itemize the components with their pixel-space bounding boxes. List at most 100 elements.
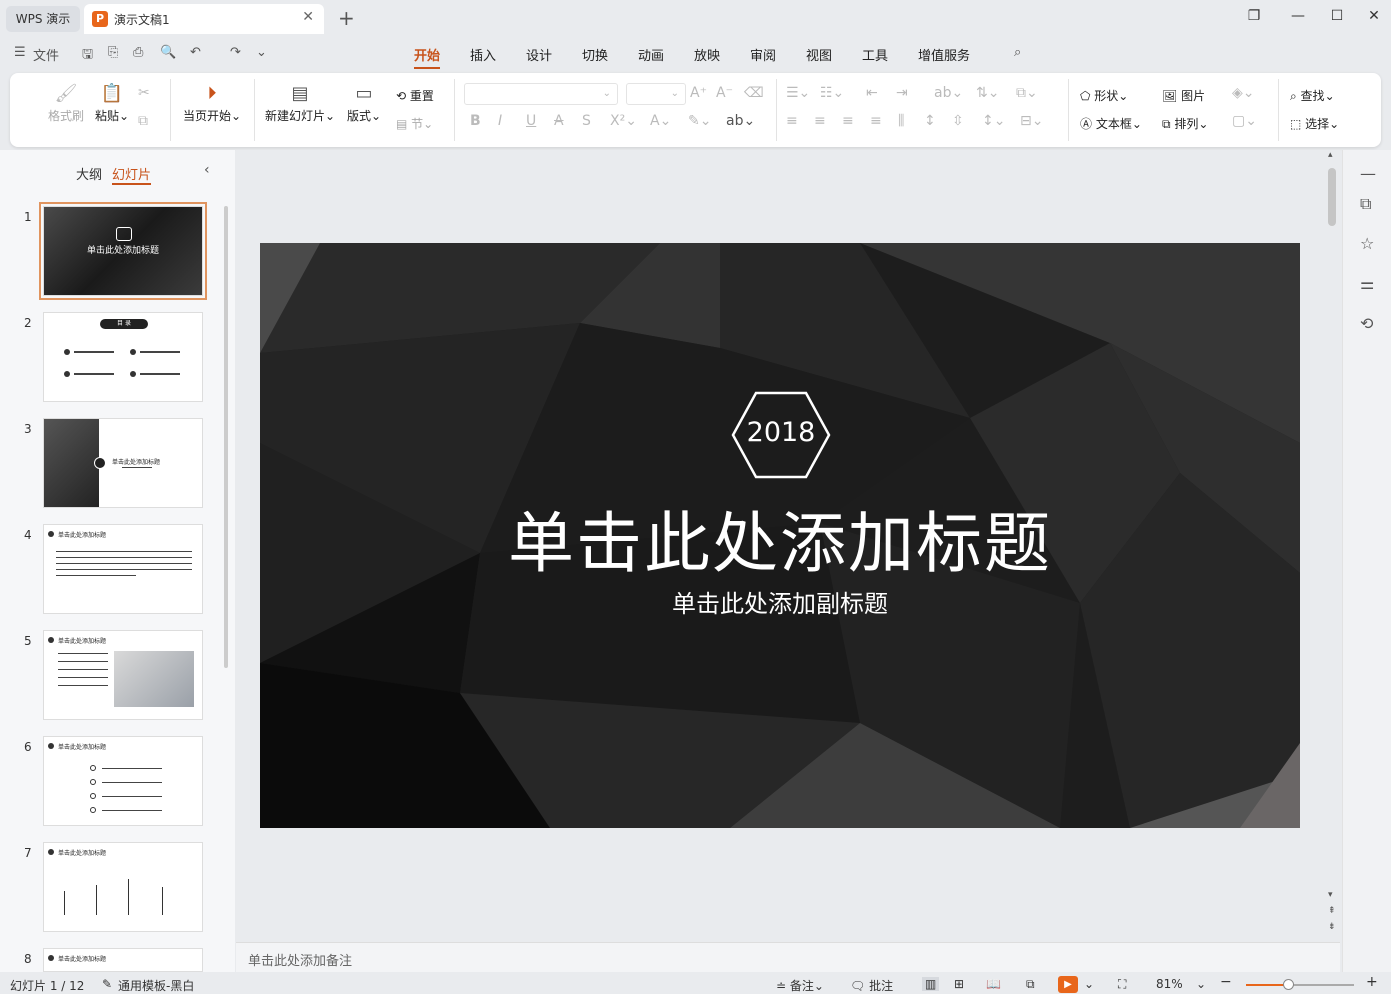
- menu-animation[interactable]: 动画: [638, 45, 664, 64]
- chevron-down-icon[interactable]: ⌄: [256, 45, 267, 60]
- properties-icon[interactable]: ⚌: [1360, 274, 1374, 293]
- picture-button[interactable]: 🖼 图片: [1162, 87, 1205, 104]
- smartart-icon[interactable]: ⧉⌄: [1016, 85, 1038, 101]
- outline-icon[interactable]: ▢⌄: [1232, 113, 1257, 129]
- bold-icon[interactable]: B: [470, 113, 481, 129]
- notes-pane[interactable]: 单击此处添加备注: [236, 942, 1340, 972]
- file-menu[interactable]: 文件: [33, 45, 59, 64]
- bullet-list-icon[interactable]: ☰⌄: [786, 85, 810, 101]
- slide-title-placeholder[interactable]: 单击此处添加标题: [260, 490, 1300, 586]
- slide-thumbnail-6[interactable]: 单击此处添加标题: [43, 736, 203, 826]
- align-right-icon[interactable]: ≡: [842, 113, 854, 129]
- menu-design[interactable]: 设计: [526, 45, 552, 64]
- copy-icon[interactable]: ⧉: [138, 113, 148, 129]
- document-tab[interactable]: P 演示文稿1 ✕: [84, 4, 324, 34]
- paste-button[interactable]: 📋 粘贴⌄: [92, 81, 132, 124]
- undo-icon[interactable]: ↶: [190, 45, 201, 60]
- next-slide-icon[interactable]: ⇟: [1328, 922, 1336, 932]
- collapse-sidebar-icon[interactable]: —: [1360, 164, 1376, 183]
- shape-button[interactable]: ⬠ 形状⌄: [1080, 87, 1128, 104]
- columns-icon[interactable]: ↕⌄: [982, 113, 1005, 129]
- underline-icon[interactable]: U: [526, 113, 536, 129]
- highlight-icon[interactable]: ✎⌄: [688, 113, 711, 129]
- slide-year[interactable]: 2018: [731, 417, 831, 448]
- tab-slides[interactable]: 幻灯片: [112, 164, 152, 185]
- hamburger-icon[interactable]: ☰: [14, 45, 26, 60]
- slide-thumbnail-2[interactable]: 目 录: [43, 312, 203, 402]
- minimize-button[interactable]: —: [1288, 8, 1308, 24]
- notes-toggle[interactable]: ≐ 备注⌄: [776, 977, 824, 994]
- object-select-icon[interactable]: ⧉: [1360, 194, 1371, 214]
- slide-sorter-icon[interactable]: ⊞: [954, 977, 964, 991]
- shadow-icon[interactable]: S: [582, 113, 591, 129]
- menu-services[interactable]: 增值服务: [918, 45, 970, 64]
- zoom-in-button[interactable]: +: [1366, 974, 1378, 990]
- app-tab[interactable]: WPS 演示: [6, 6, 80, 32]
- italic-icon[interactable]: I: [498, 113, 502, 129]
- new-slide-button[interactable]: ▤ 新建幻灯片⌄: [264, 81, 336, 124]
- restore-layout-icon[interactable]: ❐: [1244, 8, 1264, 24]
- tab-outline[interactable]: 大纲: [76, 164, 102, 183]
- fit-window-icon[interactable]: ⛶: [1118, 977, 1126, 992]
- align-center-icon[interactable]: ≡: [814, 113, 826, 129]
- slide-thumbnail-5[interactable]: 单击此处添加标题: [43, 630, 203, 720]
- presenter-icon[interactable]: ⧉: [1026, 977, 1035, 992]
- distribute-icon[interactable]: ⫼: [898, 113, 904, 129]
- new-tab-button[interactable]: +: [338, 6, 355, 30]
- preview-icon[interactable]: 🔍: [160, 45, 176, 60]
- justify-icon[interactable]: ≡: [870, 113, 882, 129]
- export-icon[interactable]: ⎘: [108, 45, 118, 60]
- clear-format-icon[interactable]: ⌫: [744, 85, 764, 101]
- section-button[interactable]: ▤ 节⌄: [396, 115, 433, 132]
- line-spacing-icon[interactable]: ↕: [924, 113, 936, 129]
- panel-scrollbar[interactable]: [224, 206, 228, 668]
- font-size-select[interactable]: ⌄: [626, 83, 686, 105]
- start-from-current-button[interactable]: ⏵ 当页开始⌄: [180, 81, 244, 124]
- notes-placeholder[interactable]: 单击此处添加备注: [248, 950, 352, 969]
- print-icon[interactable]: ⎙: [133, 45, 143, 60]
- chevron-down-icon[interactable]: ⌄: [1196, 977, 1206, 991]
- vertical-scrollbar[interactable]: [1328, 168, 1336, 226]
- slide-subtitle-placeholder[interactable]: 单击此处添加副标题: [260, 584, 1300, 619]
- text-direction-icon[interactable]: ab⌄: [934, 85, 963, 101]
- strikethrough-icon[interactable]: A: [554, 113, 564, 129]
- star-icon[interactable]: ☆: [1360, 234, 1374, 253]
- reading-view-icon[interactable]: 📖: [986, 977, 1001, 991]
- menu-transition[interactable]: 切换: [582, 45, 608, 64]
- maximize-button[interactable]: ☐: [1327, 8, 1347, 24]
- scroll-down-icon[interactable]: ▾: [1328, 890, 1333, 900]
- find-button[interactable]: ⌕ 查找⌄: [1290, 87, 1335, 104]
- slide-thumbnail-7[interactable]: 单击此处添加标题: [43, 842, 203, 932]
- paragraph-spacing-icon[interactable]: ⇳: [952, 113, 964, 129]
- font-family-select[interactable]: ⌄: [464, 83, 618, 105]
- text-align-icon[interactable]: ⊟⌄: [1020, 113, 1043, 129]
- sort-icon[interactable]: ⇅⌄: [976, 85, 999, 101]
- prev-slide-icon[interactable]: ⇞: [1328, 906, 1336, 916]
- reset-button[interactable]: ⟲ 重置: [396, 87, 434, 104]
- history-icon[interactable]: ⟲: [1360, 314, 1373, 333]
- arrange-button[interactable]: ⧉ 排列⌄: [1162, 115, 1208, 132]
- slide-thumbnail-3[interactable]: 单击此处添加标题: [43, 418, 203, 508]
- zoom-slider-knob[interactable]: [1283, 979, 1294, 990]
- search-icon[interactable]: ⌕: [1014, 45, 1021, 60]
- decrease-font-icon[interactable]: A⁻: [716, 85, 733, 101]
- menu-tools[interactable]: 工具: [862, 45, 888, 64]
- zoom-level[interactable]: 81%: [1156, 977, 1183, 991]
- chevron-down-icon[interactable]: ⌄: [1084, 977, 1094, 991]
- close-tab-icon[interactable]: ✕: [302, 9, 314, 25]
- cut-icon[interactable]: ✂: [138, 85, 150, 101]
- close-window-button[interactable]: ✕: [1364, 8, 1384, 24]
- textbox-button[interactable]: Ⓐ 文本框⌄: [1080, 115, 1142, 132]
- menu-slideshow[interactable]: 放映: [694, 45, 720, 64]
- slide-thumbnail-1[interactable]: 单击此处添加标题: [39, 202, 207, 300]
- numbered-list-icon[interactable]: ☷⌄: [820, 85, 844, 101]
- superscript-icon[interactable]: X²⌄: [610, 113, 637, 129]
- align-left-icon[interactable]: ≡: [786, 113, 798, 129]
- slide-thumbnail-4[interactable]: 单击此处添加标题: [43, 524, 203, 614]
- outdent-icon[interactable]: ⇤: [866, 85, 878, 101]
- layout-button[interactable]: ▭ 版式⌄: [344, 81, 384, 124]
- font-color-icon[interactable]: A⌄: [650, 113, 671, 129]
- redo-icon[interactable]: ↷: [230, 45, 241, 60]
- fill-icon[interactable]: ◈⌄: [1232, 85, 1255, 101]
- format-painter-button[interactable]: 🖌 格式刷: [46, 81, 86, 124]
